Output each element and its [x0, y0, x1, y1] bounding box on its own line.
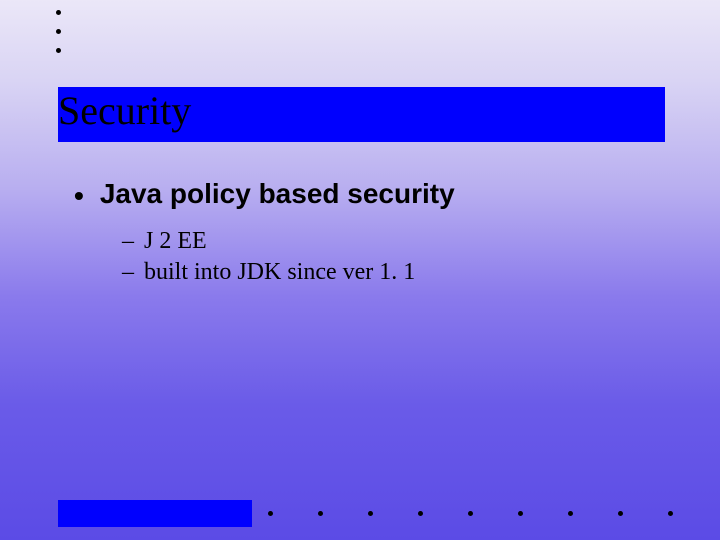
- footer-bar: [58, 500, 252, 527]
- dot-icon: [56, 10, 61, 15]
- dot-icon: [318, 511, 323, 516]
- bullet-level2: – J 2 EE: [122, 228, 654, 255]
- sub-bullet-text: J 2 EE: [144, 228, 207, 255]
- bullet-level2: – built into JDK since ver 1. 1: [122, 259, 654, 286]
- dot-icon: [56, 29, 61, 34]
- dot-icon: [368, 511, 373, 516]
- sub-bullet-text: built into JDK since ver 1. 1: [144, 259, 415, 286]
- dot-icon: [56, 48, 61, 53]
- bullet-marker-icon: •: [74, 182, 84, 210]
- bullet-level1: • Java policy based security: [74, 178, 654, 210]
- dot-icon: [468, 511, 473, 516]
- slide: Security • Java policy based security – …: [0, 0, 720, 540]
- title-bar: Security: [58, 87, 665, 142]
- dot-icon: [668, 511, 673, 516]
- slide-title: Security: [58, 89, 191, 133]
- decorative-bottom-dots: [268, 511, 673, 516]
- dot-icon: [618, 511, 623, 516]
- dash-marker-icon: –: [122, 259, 134, 286]
- bullet-text: Java policy based security: [100, 178, 455, 210]
- decorative-top-dots: [56, 10, 61, 53]
- sublist: – J 2 EE – built into JDK since ver 1. 1: [122, 228, 654, 286]
- dash-marker-icon: –: [122, 228, 134, 255]
- content-area: • Java policy based security – J 2 EE – …: [74, 178, 654, 290]
- dot-icon: [518, 511, 523, 516]
- dot-icon: [268, 511, 273, 516]
- dot-icon: [418, 511, 423, 516]
- dot-icon: [568, 511, 573, 516]
